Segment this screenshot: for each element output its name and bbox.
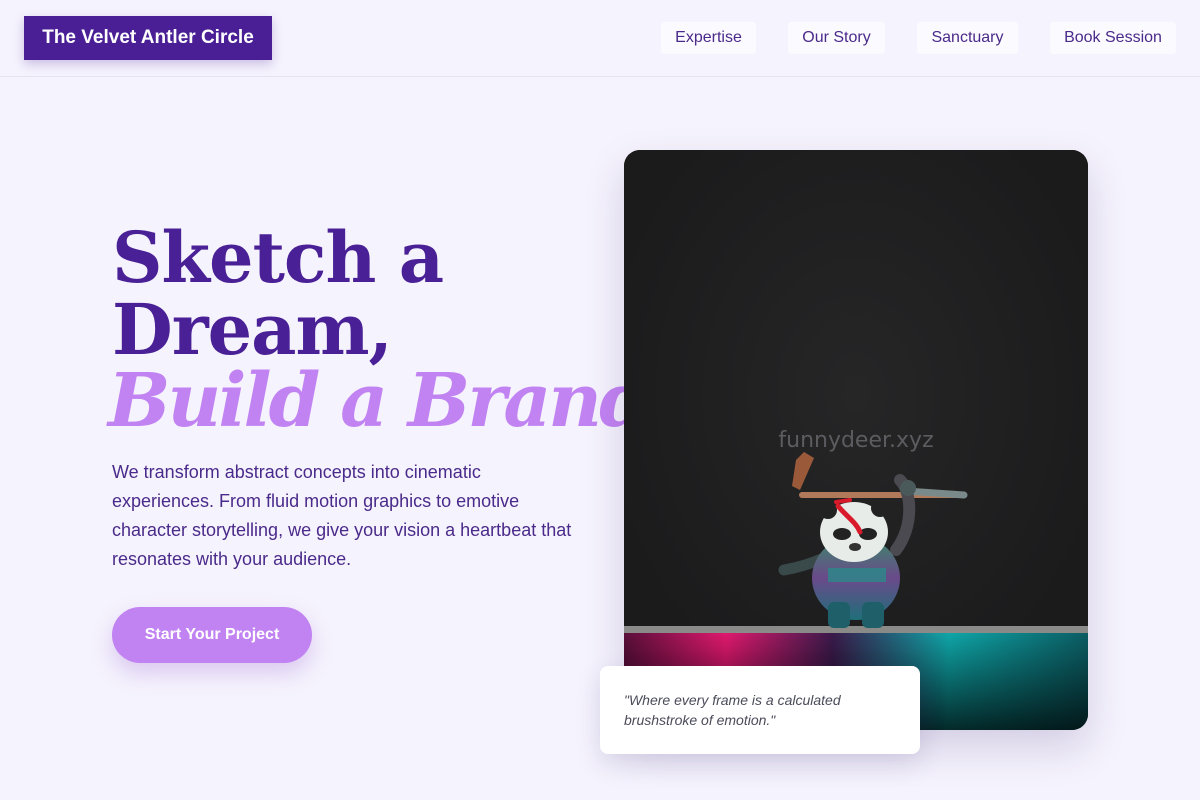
hero-headline-line-1: Sketch a — [112, 216, 444, 299]
nav-link-sanctuary[interactable]: Sanctuary — [917, 22, 1018, 54]
watermark-text: funnydeer.xyz — [778, 428, 934, 453]
site-header: The Velvet Antler Circle Expertise Our S… — [0, 0, 1200, 77]
quote-text: "Where every frame is a calculated brush… — [624, 692, 841, 728]
hero-description: We transform abstract concepts into cine… — [112, 462, 572, 569]
nav-link-expertise[interactable]: Expertise — [661, 22, 756, 54]
start-project-button[interactable]: Start Your Project — [112, 607, 312, 663]
nav-link-book-session[interactable]: Book Session — [1050, 22, 1176, 54]
hero-photo: funnydeer.xyz — [624, 150, 1088, 730]
brand-logo[interactable]: The Velvet Antler Circle — [24, 16, 272, 60]
quote-card: "Where every frame is a calculated brush… — [600, 666, 920, 754]
nav-link-our-story[interactable]: Our Story — [788, 22, 885, 54]
hero-headline-accent: Build a Brand. — [108, 358, 674, 444]
